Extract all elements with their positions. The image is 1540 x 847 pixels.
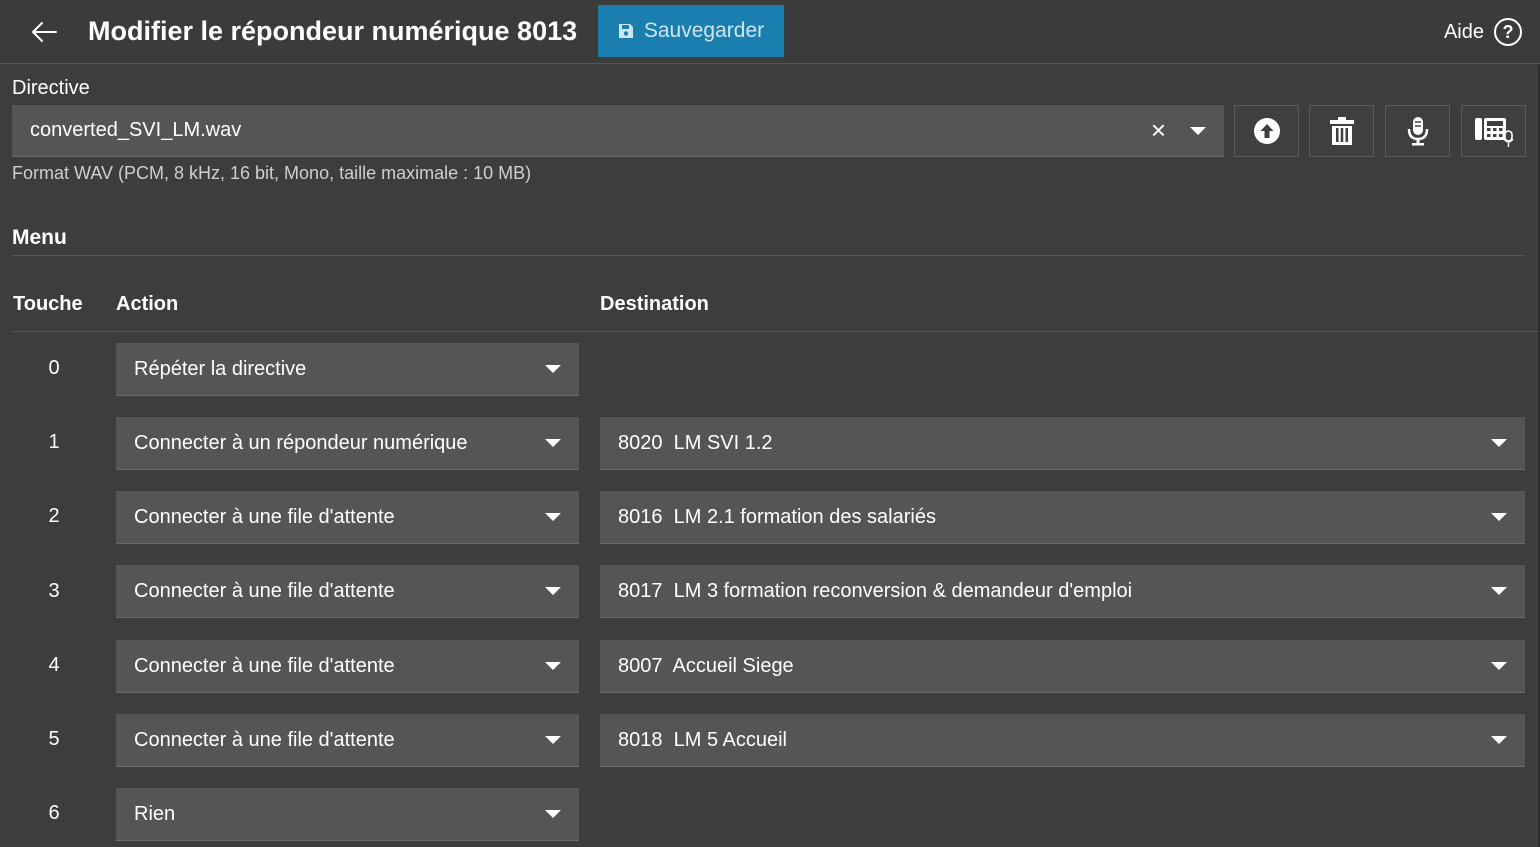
- directive-select[interactable]: converted_SVI_LM.wav ×: [12, 105, 1224, 157]
- action-value: Connecter à un répondeur numérique: [134, 431, 468, 454]
- action-value: Répéter la directive: [134, 357, 307, 380]
- chevron-down-icon: [1491, 587, 1507, 595]
- key-label: 3: [48, 580, 60, 602]
- key-label: 6: [48, 802, 60, 824]
- floppy-disk-icon: [618, 24, 633, 38]
- column-header-action: Action: [116, 293, 179, 315]
- upload-icon: [1253, 118, 1280, 144]
- phone-record-button[interactable]: [1461, 105, 1526, 157]
- action-select[interactable]: Connecter à une file d'attente: [116, 640, 579, 693]
- key-label: 5: [48, 728, 60, 750]
- help-label: Aide: [1443, 20, 1484, 43]
- directive-label: Directive: [12, 77, 90, 99]
- save-button-label: Sauvegarder: [643, 19, 765, 42]
- action-value: Connecter à une file d'attente: [134, 654, 395, 677]
- trash-icon: [1329, 117, 1354, 145]
- action-select[interactable]: Rien: [116, 788, 579, 841]
- column-header-key: Touche: [13, 293, 83, 315]
- upload-button[interactable]: [1234, 105, 1299, 157]
- chevron-down-icon: [545, 513, 561, 521]
- save-button[interactable]: Sauvegarder: [598, 5, 784, 57]
- action-select[interactable]: Répéter la directive: [116, 343, 579, 396]
- key-label: 4: [48, 654, 60, 676]
- menu-section-title: Menu: [12, 226, 67, 249]
- format-hint: Format WAV (PCM, 8 kHz, 16 bit, Mono, ta…: [12, 163, 532, 183]
- top-bar: Modifier le répondeur numérique 8013 Sau…: [0, 0, 1540, 64]
- destination-select[interactable]: 8020 LM SVI 1.2: [600, 417, 1525, 470]
- key-label: 1: [48, 431, 60, 453]
- chevron-down-icon: [1491, 439, 1507, 447]
- chevron-down-icon: [545, 736, 561, 744]
- key-label: 2: [48, 505, 60, 527]
- destination-select[interactable]: 8018 LM 5 Accueil: [600, 714, 1525, 767]
- destination-value: 8007 Accueil Siege: [618, 654, 794, 677]
- chevron-down-icon: [1190, 127, 1206, 135]
- chevron-down-icon: [545, 662, 561, 670]
- help-circle-icon: ?: [1494, 18, 1522, 46]
- record-button[interactable]: [1385, 105, 1450, 157]
- action-value: Connecter à une file d'attente: [134, 728, 395, 751]
- header-divider: [12, 331, 1540, 332]
- destination-select[interactable]: 8017 LM 3 formation reconversion & deman…: [600, 565, 1525, 618]
- action-select[interactable]: Connecter à une file d'attente: [116, 491, 579, 544]
- action-value: Rien: [134, 802, 176, 825]
- chevron-down-icon: [545, 365, 561, 373]
- chevron-down-icon: [545, 439, 561, 447]
- help-link[interactable]: Aide ?: [1444, 14, 1522, 50]
- back-button[interactable]: [26, 14, 62, 50]
- destination-value: 8020 LM SVI 1.2: [618, 431, 773, 454]
- destination-select[interactable]: 8016 LM 2.1 formation des salariés: [600, 491, 1525, 544]
- directive-value: converted_SVI_LM.wav: [30, 119, 242, 141]
- action-value: Connecter à une file d'attente: [134, 505, 395, 528]
- arrow-left-icon: [32, 22, 57, 42]
- destination-value: 8018 LM 5 Accueil: [618, 728, 787, 751]
- action-value: Connecter à une file d'attente: [134, 579, 395, 602]
- chevron-down-icon: [1491, 662, 1507, 670]
- phone-record-icon: [1474, 118, 1514, 147]
- page-title: Modifier le répondeur numérique 8013: [88, 16, 578, 46]
- action-select[interactable]: Connecter à une file d'attente: [116, 565, 579, 618]
- chevron-down-icon: [545, 587, 561, 595]
- action-select[interactable]: Connecter à une file d'attente: [116, 714, 579, 767]
- destination-value: 8017 LM 3 formation reconversion & deman…: [618, 579, 1133, 602]
- chevron-down-icon: [545, 810, 561, 818]
- destination-value: 8016 LM 2.1 formation des salariés: [618, 505, 936, 528]
- clear-icon[interactable]: ×: [1151, 117, 1166, 143]
- action-select[interactable]: Connecter à un répondeur numérique: [116, 417, 579, 470]
- destination-select[interactable]: 8007 Accueil Siege: [600, 640, 1525, 693]
- chevron-down-icon: [1491, 513, 1507, 521]
- delete-button[interactable]: [1309, 105, 1374, 157]
- key-label: 0: [48, 357, 60, 379]
- section-divider: [12, 255, 1525, 256]
- column-header-destination: Destination: [600, 293, 709, 315]
- chevron-down-icon: [1491, 736, 1507, 744]
- microphone-icon: [1407, 117, 1428, 146]
